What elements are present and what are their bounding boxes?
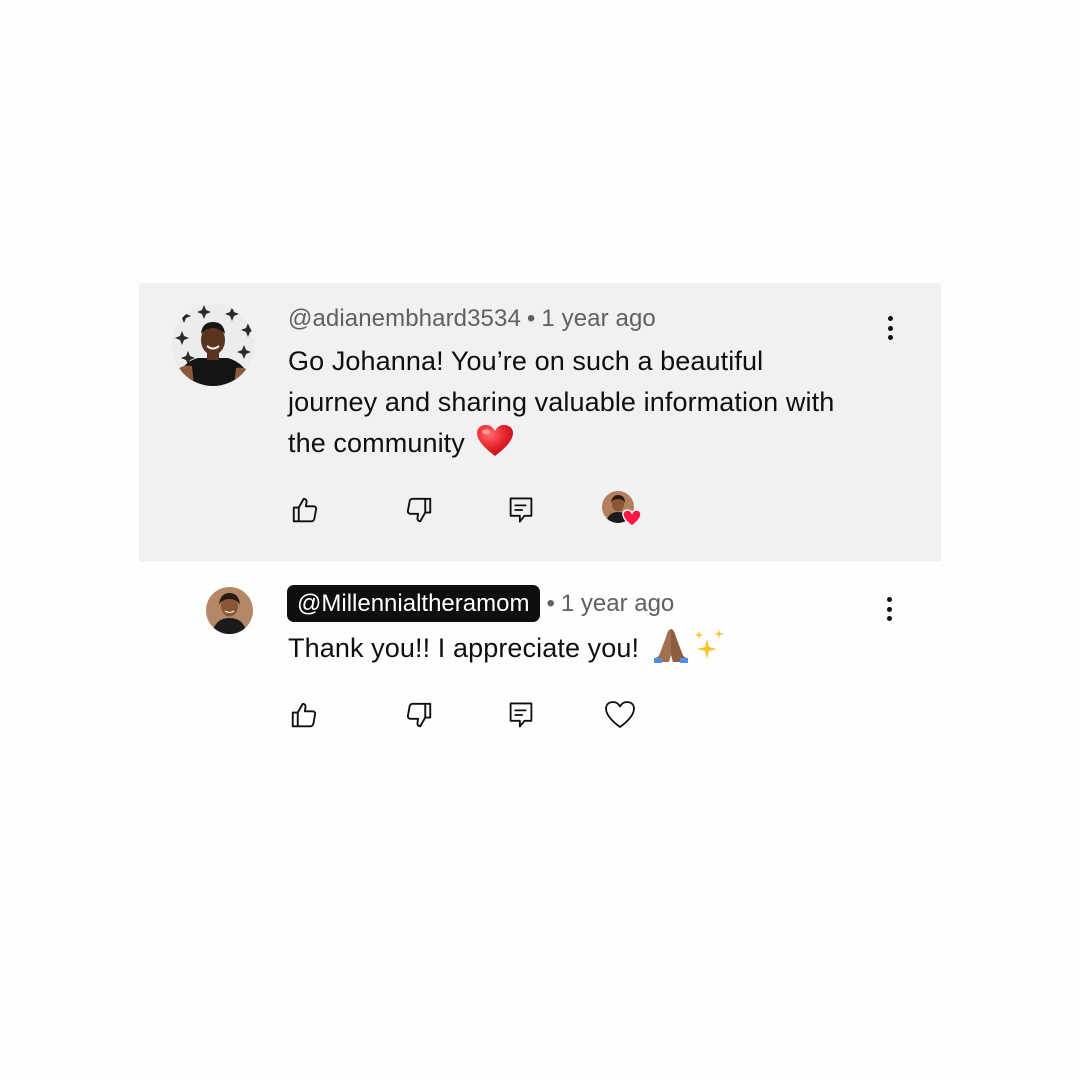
meta-separator: • <box>546 589 555 617</box>
reply-icon[interactable] <box>504 493 538 527</box>
praying-hands-sparkles-emoji <box>647 629 731 664</box>
comment-author[interactable]: @adianembhard3534 <box>288 305 521 332</box>
comment-body: Go Johanna! You’re on such a beautiful j… <box>288 346 835 458</box>
more-vertical-icon[interactable] <box>879 597 899 621</box>
reply-author-chip[interactable]: @Millennialtheramom <box>287 585 541 622</box>
commenter-avatar[interactable] <box>172 304 254 386</box>
thumbs-down-icon[interactable] <box>402 493 436 527</box>
heart-outline-icon[interactable] <box>603 698 637 732</box>
comment-text: Go Johanna! You’re on such a beautiful j… <box>288 341 848 464</box>
more-vertical-icon[interactable] <box>880 316 900 340</box>
thumbs-up-icon[interactable] <box>288 493 322 527</box>
reply-icon[interactable] <box>504 698 538 732</box>
comment-timestamp[interactable]: 1 year ago <box>541 305 655 332</box>
thumbs-down-icon[interactable] <box>402 698 436 732</box>
red-heart-emoji <box>472 425 514 459</box>
comments-screenshot: @adianembhard3534 • 1 year ago Go Johanna!… <box>0 0 1080 1080</box>
highlighted-comment: @adianembhard3534 • 1 year ago Go Johanna!… <box>139 283 941 561</box>
reply-body: Thank you!! I appreciate you! <box>288 633 640 663</box>
reply-text: Thank you!! I appreciate you! <box>288 627 731 669</box>
reply-meta: @Millennialtheramom • 1 year ago <box>287 585 674 623</box>
thumbs-up-icon[interactable] <box>287 698 321 732</box>
reply-timestamp[interactable]: 1 year ago <box>561 590 674 617</box>
reply-avatar[interactable] <box>206 587 253 634</box>
reply-timestamp-group: • 1 year ago <box>546 590 674 618</box>
meta-separator: • <box>526 305 536 332</box>
creator-heart-icon[interactable] <box>602 491 646 531</box>
comment-meta: @adianembhard3534 • 1 year ago <box>288 305 656 333</box>
